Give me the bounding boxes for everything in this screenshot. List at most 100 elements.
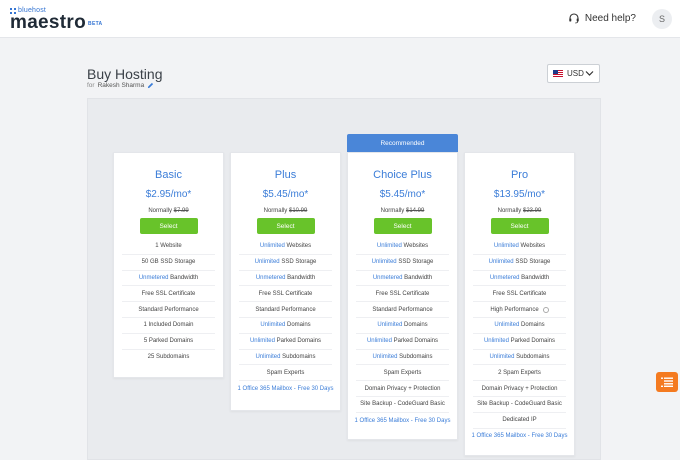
beta-badge: BETA — [88, 21, 103, 27]
floating-list-button[interactable] — [656, 372, 678, 392]
feature-item: Domain Privacy + Protection — [473, 381, 566, 397]
currency-select[interactable]: USD — [547, 64, 600, 83]
feature-text: Subdomains — [397, 353, 433, 360]
feature-item: 25 Subdomains — [122, 350, 215, 366]
feature-highlight[interactable]: 1 Office 365 Mailbox - Free 30 Days — [238, 386, 334, 392]
feature-highlight: Unlimited — [494, 322, 520, 329]
chevron-down-icon — [585, 71, 594, 76]
feature-list: Unlimited Websites Unlimited SSD Storage U… — [238, 239, 334, 397]
feature-highlight: Unlimited — [483, 338, 509, 345]
plan-price: $5.45/mo* — [262, 189, 309, 200]
recommended-banner: Recommended — [347, 134, 458, 152]
feature-list: Unlimited Websites Unlimited SSD Storage U… — [355, 239, 451, 429]
plan-card-choice-plus: Choice Plus $5.45/mo* Normally $14.99 Selec… — [347, 152, 458, 440]
feature-highlight[interactable]: 1 Office 365 Mailbox - Free 30 Days — [355, 418, 451, 424]
feature-text: Bandwidth — [519, 274, 550, 281]
plan-price: $13.95/mo* — [493, 189, 546, 200]
plan-name: Pro — [510, 169, 529, 181]
feature-item: 5 Parked Domains — [122, 334, 215, 350]
need-help-link[interactable]: Need help? — [568, 12, 636, 24]
us-flag-icon — [553, 70, 563, 77]
select-button-plus[interactable]: Select — [256, 218, 315, 234]
feature-item: Standard Performance — [356, 302, 449, 318]
normally-label: Normally — [497, 208, 522, 214]
avatar[interactable]: S — [652, 9, 672, 29]
logo-big-text: maestro — [10, 12, 87, 33]
feature-item: Free SSL Certificate — [239, 286, 332, 303]
feature-item: 2 Spam Experts — [473, 365, 566, 382]
plan-card-pro: Pro $13.95/mo* Normally $23.99 Select Unlimi… — [464, 152, 575, 456]
feature-highlight: Unmetered — [372, 274, 403, 281]
feature-text: Parked Domains — [391, 338, 439, 345]
customer-name: Rakesh Sharma — [97, 82, 145, 89]
feature-highlight: Unmetered — [489, 274, 520, 281]
feature-item: Site Backup - CodeGuard Basic — [473, 397, 566, 413]
feature-text: 1 Website — [155, 243, 182, 250]
headset-icon — [569, 13, 579, 24]
feature-item: High Performance — [473, 302, 566, 318]
feature-highlight: Unlimited — [366, 338, 392, 345]
pencil-icon[interactable] — [147, 82, 154, 89]
page-title: Buy Hosting — [87, 66, 163, 82]
feature-text: 1 Included Domain — [143, 322, 194, 329]
normal-price: $23.99 — [522, 208, 542, 214]
select-button-choice-plus[interactable]: Select — [373, 218, 432, 234]
normally-label: Normally — [263, 208, 288, 214]
feature-text: 25 Subdomains — [147, 354, 190, 361]
feature-item: Unmetered Bandwidth — [356, 271, 449, 287]
feature-text: Websites — [518, 243, 546, 250]
plan-card-basic: Basic $2.95/mo* Normally $7.99 Select 1 Webs… — [113, 152, 224, 378]
feature-text: Domains — [519, 322, 545, 329]
currency-value: USD — [567, 69, 584, 78]
feature-text: Free SSL Certificate — [375, 290, 430, 297]
feature-item: Unlimited Subdomains — [356, 350, 449, 366]
normal-price-line: Normally $23.99 — [465, 208, 574, 214]
feature-text: Spam Experts — [266, 369, 305, 376]
feature-item: Standard Performance — [239, 302, 332, 318]
feature-text: Subdomains — [280, 353, 316, 360]
info-icon[interactable] — [542, 306, 549, 313]
plan-name: Choice Plus — [373, 169, 432, 181]
feature-highlight: Unlimited — [376, 243, 402, 250]
feature-item: Domain Privacy + Protection — [356, 381, 449, 397]
feature-highlight: Unlimited — [372, 353, 398, 360]
plan-price: $2.95/mo* — [145, 189, 192, 200]
feature-text: SSD Storage — [396, 259, 434, 266]
select-button-basic[interactable]: Select — [139, 218, 198, 234]
feature-item: Unlimited Parked Domains — [356, 334, 449, 350]
feature-text: Dedicated IP — [502, 417, 537, 424]
normal-price-line: Normally $14.99 — [348, 208, 457, 214]
feature-text: Standard Performance — [138, 306, 199, 313]
top-bar: bluehost maestro BETA Need help? S — [0, 0, 680, 38]
logo[interactable]: bluehost maestro BETA — [10, 7, 102, 33]
feature-text: Standard Performance — [372, 306, 433, 313]
feature-highlight: Unlimited — [377, 322, 403, 329]
feature-text: Site Backup - CodeGuard Basic — [360, 401, 445, 408]
feature-text: 50 GB SSD Storage — [141, 259, 196, 266]
feature-list: Unlimited Websites Unlimited SSD Storage U… — [472, 239, 568, 444]
feature-item: Spam Experts — [239, 365, 332, 382]
feature-highlight: Unmetered — [255, 274, 286, 281]
feature-highlight[interactable]: 1 Office 365 Mailbox - Free 30 Days — [472, 433, 568, 439]
normally-label: Normally — [148, 208, 172, 214]
feature-item: 1 Included Domain — [122, 318, 215, 334]
feature-text: Bandwidth — [168, 274, 199, 281]
feature-item: Free SSL Certificate — [356, 286, 449, 303]
feature-highlight: Unlimited — [260, 322, 286, 329]
feature-item: Unmetered Bandwidth — [239, 271, 332, 287]
normally-label: Normally — [380, 208, 405, 214]
feature-highlight: Unlimited — [259, 243, 285, 250]
feature-item: Free SSL Certificate — [473, 286, 566, 303]
plan-name: Plus — [274, 169, 297, 181]
feature-highlight: Unmetered — [138, 274, 169, 281]
normal-price: $10.99 — [288, 208, 308, 214]
feature-highlight: Unlimited — [493, 243, 519, 250]
feature-item: Unlimited Parked Domains — [473, 334, 566, 350]
feature-list: 1 Website 50 GB SSD Storage Unmetered Band… — [122, 239, 215, 365]
select-button-pro[interactable]: Select — [490, 218, 549, 234]
feature-text: SSD Storage — [513, 259, 551, 266]
feature-item: Dedicated IP — [473, 413, 566, 429]
for-label: for — [87, 82, 95, 89]
feature-text: Domain Privacy + Protection — [364, 385, 441, 392]
feature-item: Unlimited Domains — [239, 318, 332, 334]
